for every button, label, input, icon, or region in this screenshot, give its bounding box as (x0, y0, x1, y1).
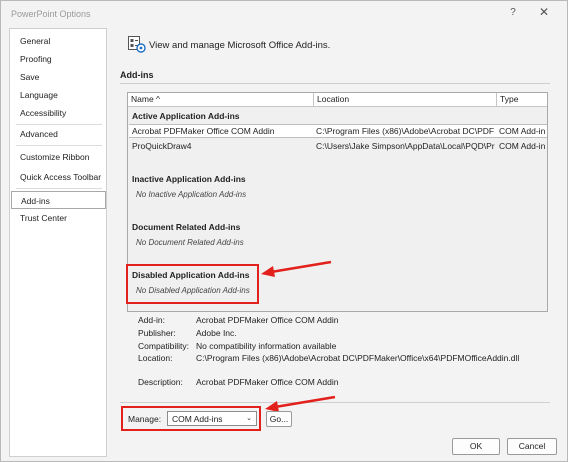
detail-value-compatibility: No compatibility information available (196, 341, 337, 351)
cell-location: C:\Users\Jake Simpson\AppData\Local\PQD\… (316, 141, 495, 151)
detail-label-location: Location: (138, 353, 173, 363)
column-header-type[interactable]: Type (497, 93, 547, 107)
manage-label: Manage: (128, 414, 162, 424)
cell-name: ProQuickDraw4 (132, 141, 192, 151)
sidebar-item-language[interactable]: Language (11, 86, 106, 104)
column-header-location[interactable]: Location (314, 93, 497, 107)
group-title-document: Document Related Add-ins (132, 222, 241, 232)
title-bar: PowerPoint Options ? ✕ (1, 1, 567, 27)
group-title-active: Active Application Add-ins (132, 111, 240, 121)
options-sidebar: General Proofing Save Language Accessibi… (9, 28, 107, 457)
sidebar-item-trust-center[interactable]: Trust Center (11, 209, 106, 227)
cancel-button[interactable]: Cancel (507, 438, 557, 455)
sidebar-item-add-ins[interactable]: Add-ins (11, 191, 106, 209)
addins-manage-icon (128, 36, 146, 53)
powerpoint-options-dialog: PowerPoint Options ? ✕ General Proofing … (0, 0, 568, 462)
detail-value-description: Acrobat PDFMaker Office COM Addin (196, 377, 339, 387)
close-icon[interactable]: ✕ (536, 5, 552, 19)
detail-value-addin: Acrobat PDFMaker Office COM Addin (196, 315, 339, 325)
cell-location: C:\Program Files (x86)\Adobe\Acrobat DC\… (316, 126, 495, 136)
cell-type: COM Add-in (499, 126, 546, 136)
annotation-highlight-disabled (126, 264, 259, 304)
detail-label-addin: Add-in: (138, 315, 165, 325)
sidebar-item-customize-ribbon[interactable]: Customize Ribbon (11, 148, 106, 166)
detail-label-description: Description: (138, 377, 183, 387)
cell-name: Acrobat PDFMaker Office COM Addin (132, 126, 275, 136)
chevron-down-icon: ⌄ (246, 415, 252, 422)
section-divider (120, 83, 550, 84)
sidebar-divider (16, 188, 102, 189)
detail-label-compatibility: Compatibility: (138, 341, 190, 351)
column-header-name[interactable]: Name ^ (128, 93, 314, 107)
cell-type: COM Add-in (499, 141, 546, 151)
go-button[interactable]: Go... (266, 411, 292, 427)
help-icon[interactable]: ? (506, 7, 520, 18)
ok-button[interactable]: OK (452, 438, 500, 455)
detail-value-publisher: Adobe Inc. (196, 328, 237, 338)
detail-value-location: C:\Program Files (x86)\Adobe\Acrobat DC\… (196, 353, 520, 363)
empty-note-document: No Document Related Add-ins (136, 238, 244, 247)
group-title-inactive: Inactive Application Add-ins (132, 174, 246, 184)
window-title: PowerPoint Options (11, 9, 91, 19)
empty-note-inactive: No Inactive Application Add-ins (136, 190, 247, 199)
sidebar-item-accessibility[interactable]: Accessibility (11, 104, 106, 122)
sidebar-item-advanced[interactable]: Advanced (11, 125, 106, 143)
page-title: View and manage Microsoft Office Add-ins… (149, 40, 331, 51)
manage-dropdown[interactable]: COM Add-ins ⌄ (167, 411, 257, 426)
manage-dropdown-value: COM Add-ins (172, 414, 223, 424)
table-row[interactable]: ProQuickDraw4 C:\Users\Jake Simpson\AppD… (129, 140, 547, 154)
annotation-arrow-icon (261, 260, 332, 277)
section-title: Add-ins (120, 70, 154, 80)
sidebar-item-general[interactable]: General (11, 32, 106, 50)
sidebar-item-proofing[interactable]: Proofing (11, 50, 106, 68)
detail-label-publisher: Publisher: (138, 328, 176, 338)
table-row[interactable]: Acrobat PDFMaker Office COM Addin C:\Pro… (129, 124, 547, 138)
sidebar-item-quick-access-toolbar[interactable]: Quick Access Toolbar (11, 168, 106, 186)
sidebar-item-save[interactable]: Save (11, 68, 106, 86)
sidebar-divider (16, 145, 102, 146)
